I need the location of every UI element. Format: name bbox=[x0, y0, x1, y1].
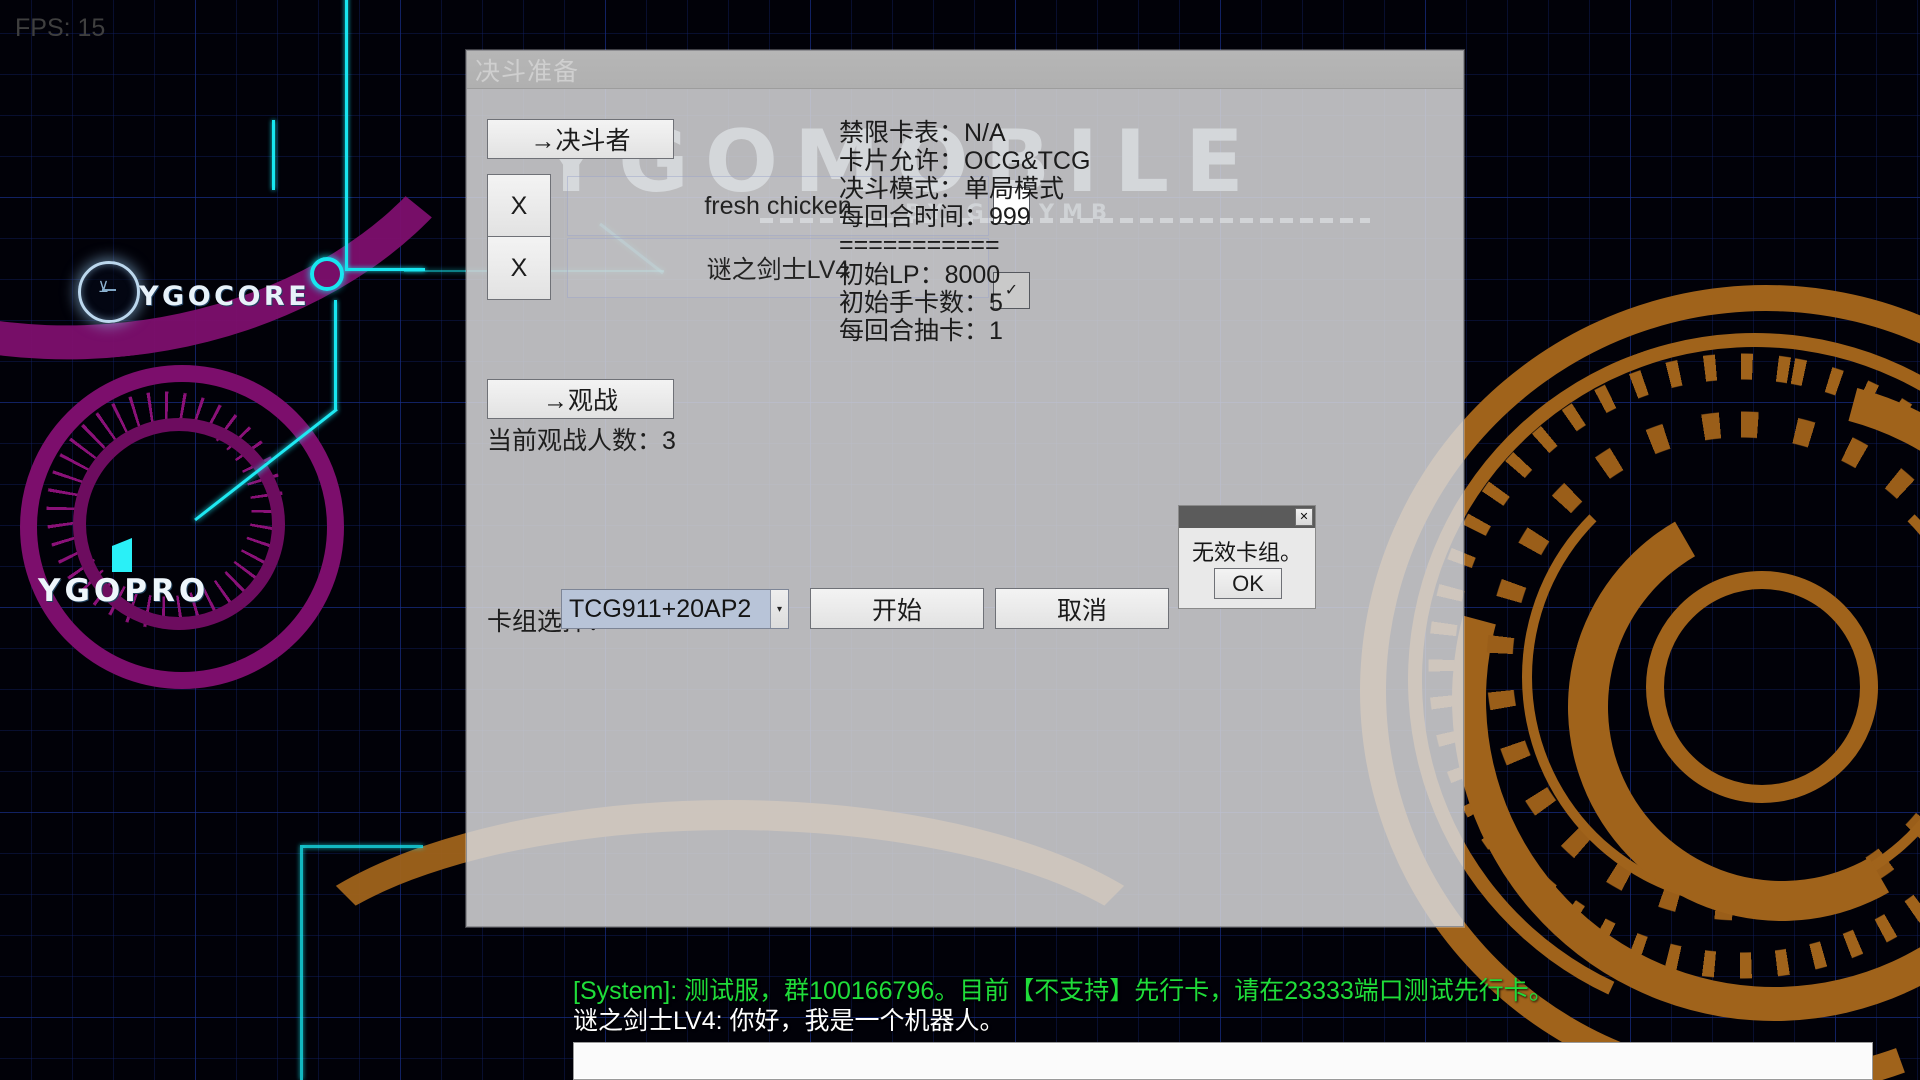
deck-select-value: TCG911+20AP2 bbox=[569, 594, 752, 623]
fps-counter: FPS: 15 bbox=[15, 14, 106, 42]
duel-preparation-dialog: 决斗准备 →决斗者 X fresh chicken X 谜之剑士LV4 ✓ →观… bbox=[466, 50, 1464, 927]
dialog-body: →决斗者 X fresh chicken X 谜之剑士LV4 ✓ →观战 当前观… bbox=[467, 89, 1463, 927]
deck-select-dropdown[interactable]: TCG911+20AP2 ▾ bbox=[561, 589, 789, 629]
info-turn-time: 每回合时间：999 bbox=[839, 203, 1031, 231]
screen: ⊻ YGOCORE YGOPRO YGOMOBILE BY GARYMB FPS… bbox=[0, 0, 1920, 1080]
cyan-line-horizontal-3 bbox=[303, 845, 423, 848]
kick-player-2-button[interactable]: X bbox=[487, 236, 551, 300]
info-duel-mode: 决斗模式：单局模式 bbox=[839, 175, 1065, 203]
chat-area: [System]: 测试服，群100166796。目前【不支持】先行卡，请在23… bbox=[0, 976, 1920, 1080]
ygopro-logo: YGOPRO bbox=[38, 573, 210, 609]
chevron-down-icon[interactable]: ▾ bbox=[770, 590, 788, 628]
modal-ok-button[interactable]: OK bbox=[1214, 568, 1282, 599]
ygocore-logo: YGOCORE bbox=[139, 281, 311, 312]
dialog-title: 决斗准备 bbox=[475, 57, 580, 86]
chat-message-user: 谜之剑士LV4: 你好，我是一个机器人。 bbox=[573, 1007, 1005, 1035]
dialog-titlebar: 决斗准备 bbox=[467, 51, 1463, 89]
modal-message: 无效卡组。 bbox=[1191, 540, 1302, 565]
info-start-lp: 初始LP：8000 bbox=[839, 261, 1001, 289]
chat-input-field[interactable] bbox=[574, 1043, 1872, 1079]
chat-input[interactable] bbox=[573, 1042, 1873, 1080]
cyan-line-vertical-2 bbox=[334, 300, 337, 410]
invalid-deck-modal: ✕ 无效卡组。 OK bbox=[1178, 505, 1316, 609]
close-icon[interactable]: ✕ bbox=[1295, 508, 1313, 526]
orange-ring-6 bbox=[1646, 571, 1878, 803]
modal-titlebar: ✕ bbox=[1179, 506, 1315, 528]
info-banlist: 禁限卡表：N/A bbox=[839, 119, 1006, 147]
spectator-count-label: 当前观战人数：3 bbox=[487, 427, 676, 455]
ygocore-emblem-icon bbox=[78, 261, 140, 323]
cyan-line-vertical-3 bbox=[272, 120, 275, 190]
info-separator: =========== bbox=[839, 231, 1000, 259]
chat-message-system: [System]: 测试服，群100166796。目前【不支持】先行卡，请在23… bbox=[573, 977, 1554, 1005]
join-as-dueler-button[interactable]: →决斗者 bbox=[487, 119, 674, 159]
info-allowed-cards: 卡片允许：OCG&TCG bbox=[839, 147, 1091, 175]
cancel-button[interactable]: 取消 bbox=[995, 588, 1169, 629]
cyan-line-vertical-1 bbox=[345, 0, 348, 270]
start-duel-button[interactable]: 开始 bbox=[810, 588, 984, 629]
cyan-node-ring bbox=[310, 257, 344, 291]
kick-player-1-button[interactable]: X bbox=[487, 174, 551, 238]
ygocore-emblem-glyph: ⊻ bbox=[98, 278, 109, 296]
duel-rules-info-panel: 禁限卡表：N/A 卡片允许：OCG&TCG 决斗模式：单局模式 每回合时间：99… bbox=[839, 119, 1090, 345]
info-draw-count: 每回合抽卡：1 bbox=[839, 317, 1003, 345]
info-start-hand: 初始手卡数：5 bbox=[839, 289, 1003, 317]
join-as-spectator-button[interactable]: →观战 bbox=[487, 379, 674, 419]
